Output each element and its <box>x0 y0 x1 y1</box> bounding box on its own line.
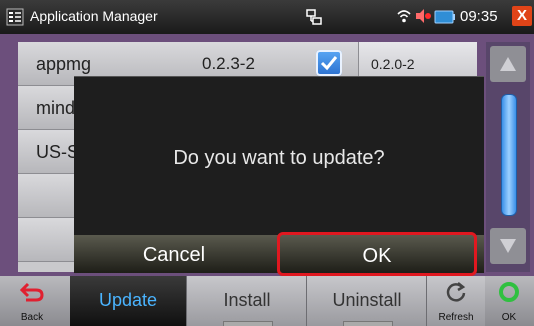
app-title: Application Manager <box>30 8 158 24</box>
dialog-button-row: Cancel OK <box>74 232 484 276</box>
app-name: US-S <box>36 142 80 162</box>
refresh-label: Refresh <box>438 312 474 323</box>
dialog-message: Do you want to update? <box>173 147 385 169</box>
back-label: Back <box>20 312 44 323</box>
new-version: 0.2.3-2 <box>202 54 255 73</box>
checkmark-icon <box>320 56 338 71</box>
speaker-icon <box>416 9 431 23</box>
scrollbar[interactable] <box>486 42 530 272</box>
close-icon[interactable]: X <box>512 6 532 26</box>
ok-button[interactable]: OK <box>277 232 477 276</box>
app-name: appmg <box>36 54 92 74</box>
app-name: mind <box>36 98 76 118</box>
network-icon <box>306 9 322 25</box>
tab-notch <box>343 321 393 326</box>
refresh-button[interactable]: Refresh <box>426 276 485 326</box>
tab-notch <box>223 321 273 326</box>
update-dialog: Do you want to update? Cancel OK <box>74 76 484 276</box>
scroll-thumb[interactable] <box>501 94 517 216</box>
scroll-up-button[interactable] <box>490 46 526 82</box>
tab-label: Install <box>223 290 271 310</box>
select-checkbox[interactable] <box>316 50 342 76</box>
tab-label: Uninstall <box>332 290 402 310</box>
back-button[interactable]: Back <box>0 276 64 326</box>
cancel-button[interactable]: Cancel <box>74 235 274 273</box>
app-icon <box>6 8 24 26</box>
arrow-down-icon <box>500 239 516 253</box>
arrow-up-icon <box>500 57 516 71</box>
tab-install[interactable]: Install <box>186 276 307 326</box>
battery-icon <box>434 10 455 24</box>
bottom-toolbar: Back Update Install Uninstall Refresh OK <box>0 276 534 326</box>
tab-update[interactable]: Update <box>70 276 186 326</box>
back-arrow-icon <box>20 282 44 302</box>
ok-circle-icon <box>499 282 519 302</box>
refresh-icon <box>446 282 466 302</box>
scroll-down-button[interactable] <box>490 228 526 264</box>
clock: 09:35 <box>460 8 498 25</box>
current-version: 0.2.0-2 <box>371 56 415 72</box>
tab-uninstall[interactable]: Uninstall <box>306 276 427 326</box>
screen: Application Manager 09:35 X appmg 0.2.3-… <box>0 0 534 326</box>
ok-label: OK <box>501 312 517 323</box>
wifi-icon <box>397 10 411 23</box>
status-bar: Application Manager 09:35 X <box>0 0 534 34</box>
ok-toolbar-button[interactable]: OK <box>484 276 534 326</box>
